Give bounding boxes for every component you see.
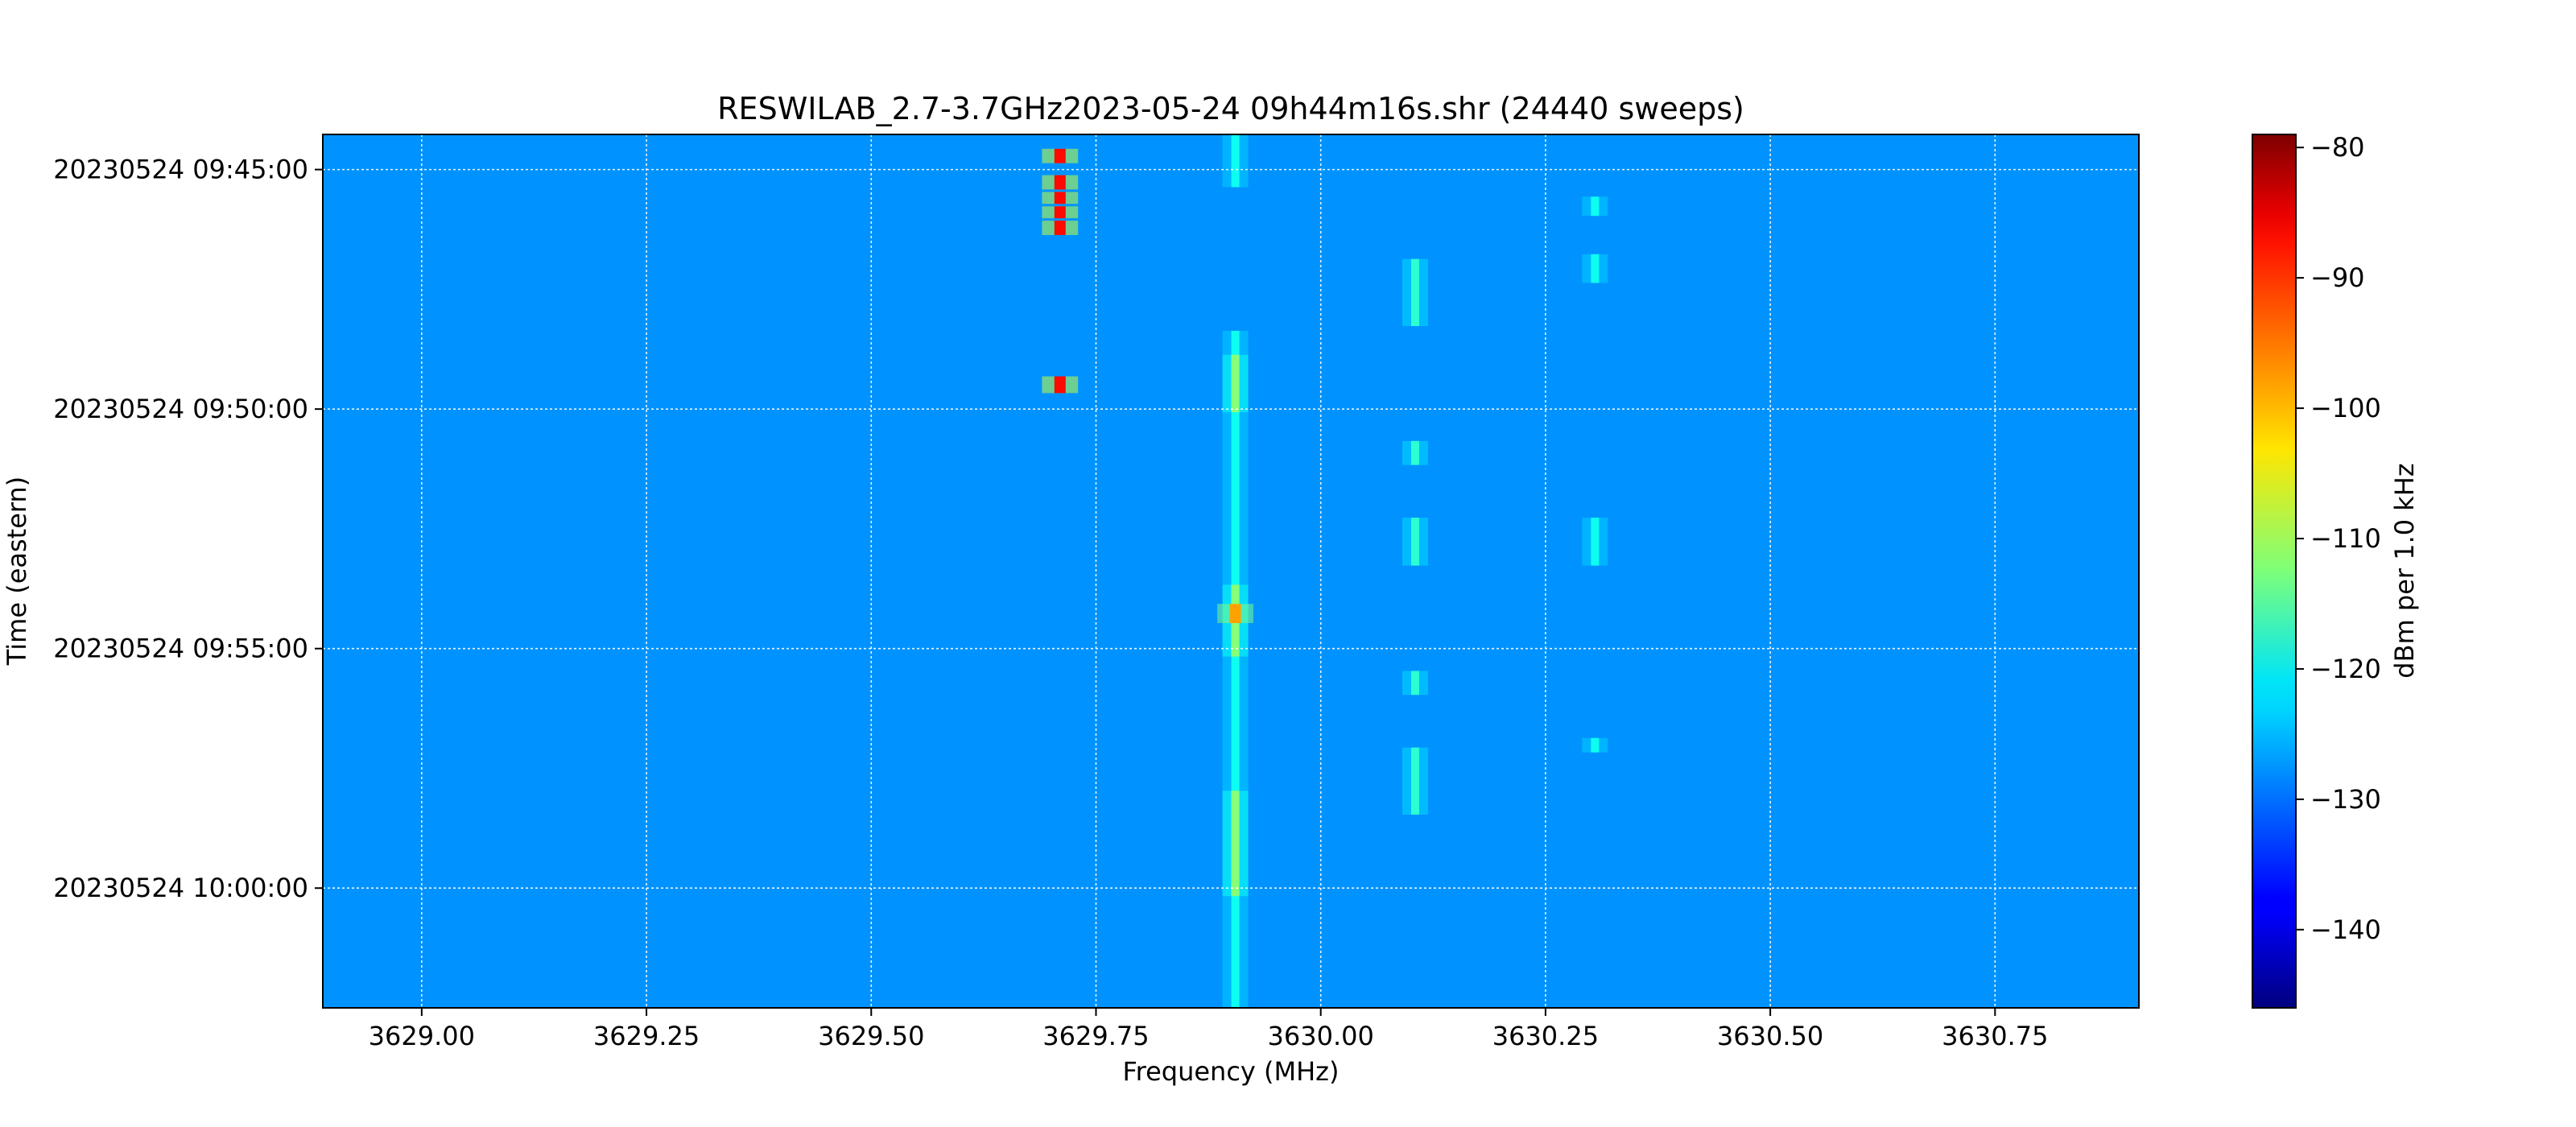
y-tick-label: 20230524 10:00:00 [53,873,308,903]
x-tick-label: 3629.25 [593,1021,700,1051]
signal-cell [1591,518,1600,566]
signal-cell [1591,737,1600,753]
signal-cell [1231,330,1240,1008]
y-axis-label: Time (eastern) [2,477,32,667]
signal-cell [1054,192,1066,204]
x-tick-label: 3630.75 [1942,1021,2048,1051]
colorbar-tick-label: −90 [2310,262,2365,293]
x-tick-label: 3629.75 [1042,1021,1149,1051]
colorbar-gradient [2252,134,2297,1009]
signal-cell [1054,175,1066,190]
signal-cell [1591,196,1600,217]
colorbar-tick-label: −140 [2310,914,2381,945]
y-tick-label: 20230524 09:50:00 [53,394,308,424]
spectrogram-figure: RESWILAB_2.7-3.7GHz2023-05-24 09h44m16s.… [2,91,2420,1087]
y-axis: 20230524 09:45:00 20230524 09:50:00 202305… [53,155,323,903]
signal-cell [1054,376,1066,394]
x-tick-label: 3630.50 [1717,1021,1823,1051]
signal-cell [1410,747,1419,815]
signal-cell [1231,791,1240,897]
plot-area [322,134,2140,1009]
colorbar-tick-label: −80 [2310,132,2365,163]
y-tick-label: 20230524 09:45:00 [53,155,308,185]
signal-cell [1054,148,1066,163]
signal-cell [1229,604,1241,623]
x-tick-label: 3630.25 [1492,1021,1599,1051]
signal-cell [1231,134,1240,188]
x-axis-label: Frequency (MHz) [1123,1056,1340,1087]
x-axis: 3629.00 3629.25 3629.50 3629.75 3630.00 3630.… [369,1008,2048,1051]
signal-cell [1410,258,1419,327]
colorbar-tick-label: −100 [2310,393,2381,423]
signal-cell [1054,206,1066,219]
colorbar-tick-label: −110 [2310,523,2381,554]
signal-cell [1410,671,1419,696]
x-tick-label: 3629.50 [818,1021,924,1051]
signal-cell [1054,221,1066,235]
x-tick-label: 3630.00 [1268,1021,1374,1051]
x-tick-label: 3629.00 [369,1021,475,1051]
colorbar-label: dBm per 1.0 kHz [2389,463,2420,678]
signal-cell [1231,354,1240,413]
chart-title: RESWILAB_2.7-3.7GHz2023-05-24 09h44m16s.… [717,91,1744,126]
signal-cell [1410,440,1419,465]
colorbar-tick-label: −130 [2310,784,2381,815]
y-tick-label: 20230524 09:55:00 [53,634,308,664]
signal-cell [1591,254,1600,283]
colorbar-ticks: −80 −90 −100 −110 −120 −130 −140 [2296,132,2381,945]
colorbar: −80 −90 −100 −110 −120 −130 −140 dBm per 1.0 k… [2252,132,2420,1009]
signal-cell [1410,518,1419,566]
colorbar-tick-label: −120 [2310,654,2381,684]
